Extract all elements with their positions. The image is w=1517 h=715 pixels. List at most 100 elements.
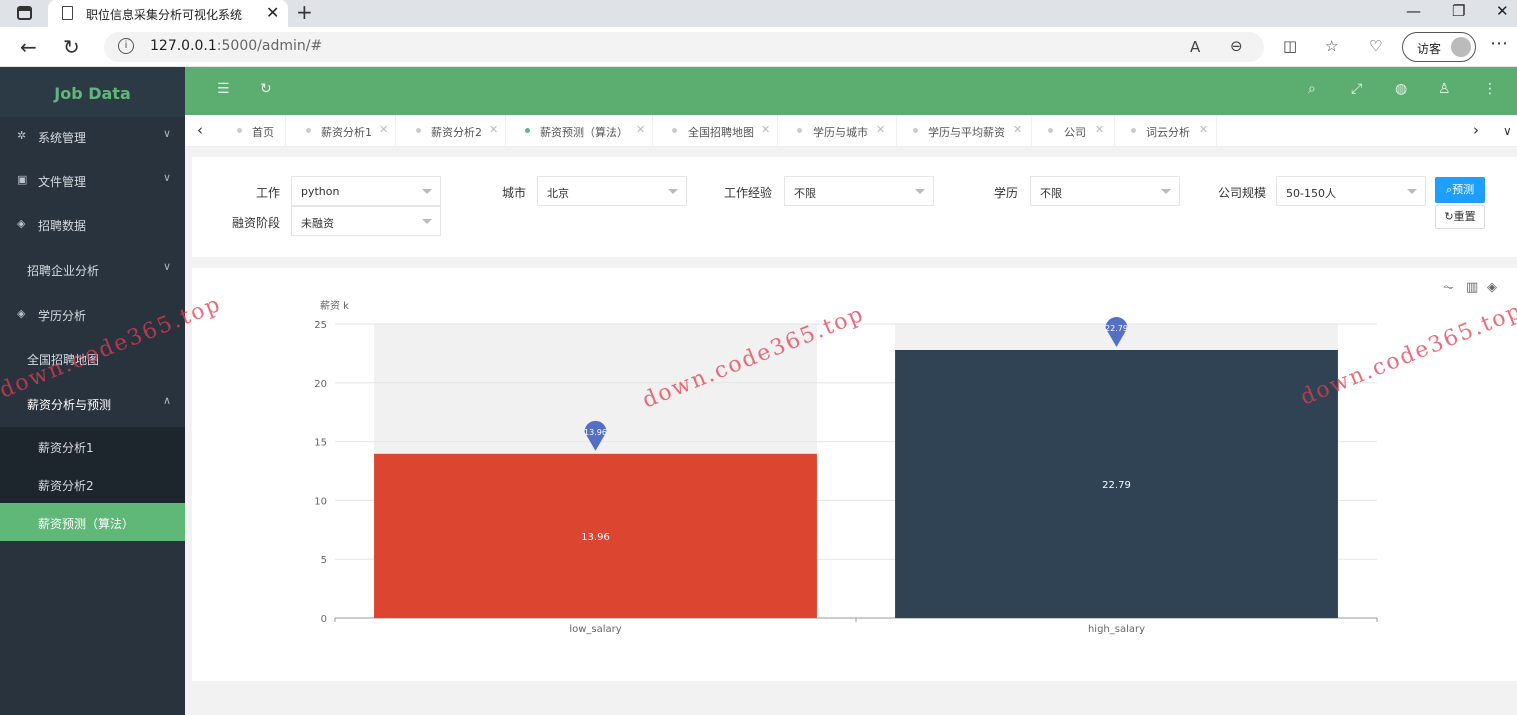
y-tick-label: 5 [321,555,327,566]
search-icon[interactable]: ⌕ [1308,81,1316,97]
shield-icon: ◈ [17,217,26,230]
tab-close-icon[interactable]: ✕ [379,123,388,136]
fullscreen-icon[interactable]: ⤢ [1351,81,1362,97]
tab-home[interactable]: 首页 [221,115,286,147]
sidebar-item-label: 招聘企业分析 [27,264,100,278]
city-select[interactable]: 北京 [537,176,687,206]
caret-down-icon [668,189,678,194]
tab-actions-icon[interactable] [17,6,32,20]
y-tick-label: 10 [314,496,327,507]
reset-button[interactable]: ↻重置 [1435,205,1485,229]
user-icon[interactable]: ♙ [1438,81,1451,97]
job-select[interactable]: python [291,176,441,206]
sidebar-item-system[interactable]: ✲ 系统管理 ∨ [0,115,185,159]
tab-company[interactable]: 公司 ✕ [1032,115,1115,147]
restore-icon[interactable]: ❐ [1452,2,1465,20]
refresh-icon[interactable]: ↻ [63,35,80,59]
max-marker-label: 13.96 [584,428,607,437]
back-icon[interactable]: ← [20,35,37,59]
sidebar-item-label: 薪资分析与预测 [27,398,112,412]
health-icon[interactable]: ♡ [1369,37,1382,55]
tab-label: 薪资分析1 [321,126,372,139]
globe-icon[interactable]: ◍ [1395,81,1407,97]
tab-close-icon[interactable]: ✕ [876,123,885,136]
predict-button[interactable]: ⌕预测 [1435,177,1485,203]
company-size-select[interactable]: 50-150人 [1276,176,1426,206]
tab-edu-salary[interactable]: 学历与平均薪资 ✕ [897,115,1032,147]
tab-close-icon[interactable]: ✕ [1199,123,1208,136]
chevron-down-icon: ∨ [162,127,171,140]
sidebar-item-label: 文件管理 [38,175,87,189]
tabs-prev-icon[interactable]: ‹ [197,121,203,139]
experience-label: 工作经验 [723,186,772,200]
sidebar-subitem-salary1[interactable]: 薪资分析1 [0,427,185,465]
close-tab-icon[interactable]: ✕ [266,3,279,22]
y-tick-label: 25 [314,320,327,331]
tab-dot-active [525,128,530,133]
sidebar-item-company-analysis[interactable]: 招聘企业分析 ∨ [0,248,185,292]
funding-value: 未融资 [301,217,334,230]
tab-label: 学历与平均薪资 [928,126,1005,139]
y-tick-label: 15 [314,438,327,449]
browser-tab-title: 职位信息采集分析可视化系统 [86,8,243,22]
tab-wordcloud[interactable]: 词云分析 ✕ [1115,115,1217,147]
tab-close-icon[interactable]: ✕ [761,123,770,136]
menu-toggle-icon[interactable]: ☰ [217,81,230,97]
sidebar-item-recruit-data[interactable]: ◈ 招聘数据 [0,203,185,247]
browser-tab[interactable]: 职位信息采集分析可视化系统 ✕ [48,0,288,27]
close-window-icon[interactable]: ✕ [1496,2,1509,20]
shield-icon: ◈ [17,307,26,320]
caret-down-icon [1161,189,1171,194]
sidebar-subitem-label: 薪资分析1 [38,441,94,455]
page-tabs: ‹ 首页 薪资分析1 ✕ 薪资分析2 ✕ 薪资预测（算法） ✕ 全国招聘地图 ✕… [185,115,1517,147]
tabs-dropdown-icon[interactable]: ∨ [1503,124,1512,138]
tab-dot [672,128,677,133]
tab-prediction[interactable]: 薪资预测（算法） ✕ [506,115,653,147]
sidebar-item-files[interactable]: ▣ 文件管理 ∨ [0,159,185,203]
bar-value-label: 22.79 [1102,480,1131,491]
education-select[interactable]: 不限 [1030,176,1180,206]
tab-salary2[interactable]: 薪资分析2 ✕ [396,115,506,147]
tab-close-icon[interactable]: ✕ [1095,123,1104,136]
sidebar-item-label: 系统管理 [38,131,87,145]
tab-edu-city[interactable]: 学历与城市 ✕ [778,115,897,147]
gear-icon: ✲ [17,129,27,142]
tab-salary1[interactable]: 薪资分析1 ✕ [286,115,396,147]
chevron-up-icon: ∧ [162,394,171,407]
sidebar-item-label: 学历分析 [38,309,87,323]
tab-close-icon[interactable]: ✕ [636,123,645,136]
experience-select[interactable]: 不限 [784,176,934,206]
profile-button[interactable]: 访客 [1402,32,1476,62]
minimize-icon[interactable]: — [1406,2,1421,20]
read-aloud-icon[interactable]: A [1190,38,1200,56]
sidebar-subitem-salary2[interactable]: 薪资分析2 [0,465,185,503]
tab-close-icon[interactable]: ✕ [489,123,498,136]
caret-down-icon [422,219,432,224]
tab-map[interactable]: 全国招聘地图 ✕ [653,115,778,147]
y-axis-label: 薪资 k [320,300,349,312]
address-bar-row: ← ↻ i 127.0.0.1:5000/admin/# A ⊖ ◫ ☆ ♡ 访… [0,27,1517,67]
filter-form: 工作 python 城市 北京 工作经验 不限 学历 不限 公司规模 50-15… [192,157,1517,257]
caret-down-icon [422,189,432,194]
info-icon[interactable]: i [118,38,134,54]
salary-submenu: 薪资分析1 薪资分析2 薪资预测（算法） [0,427,185,541]
favorites-icon[interactable]: ☆ [1325,37,1338,55]
more-icon[interactable]: ⋯ [1490,33,1508,54]
refresh-page-icon[interactable]: ↻ [260,81,272,97]
image-icon: ▣ [17,173,28,186]
funding-select[interactable]: 未融资 [291,206,441,236]
y-tick-label: 20 [314,379,327,390]
new-tab-icon[interactable]: + [296,0,313,24]
tabs-next-icon[interactable]: › [1473,121,1479,139]
tab-label: 词云分析 [1146,126,1190,139]
education-label: 学历 [993,186,1018,200]
tab-label: 薪资预测（算法） [540,126,628,139]
split-screen-icon[interactable]: ◫ [1283,37,1297,55]
url-field[interactable]: i 127.0.0.1:5000/admin/# A ⊖ [104,32,1264,62]
reset-icon: ↻ [1444,210,1454,223]
city-value: 北京 [547,187,569,200]
tab-close-icon[interactable]: ✕ [1013,123,1022,136]
more-vertical-icon[interactable]: ⋮ [1483,81,1497,97]
zoom-icon[interactable]: ⊖ [1230,37,1243,55]
sidebar-subitem-prediction[interactable]: 薪资预测（算法） [0,503,185,541]
